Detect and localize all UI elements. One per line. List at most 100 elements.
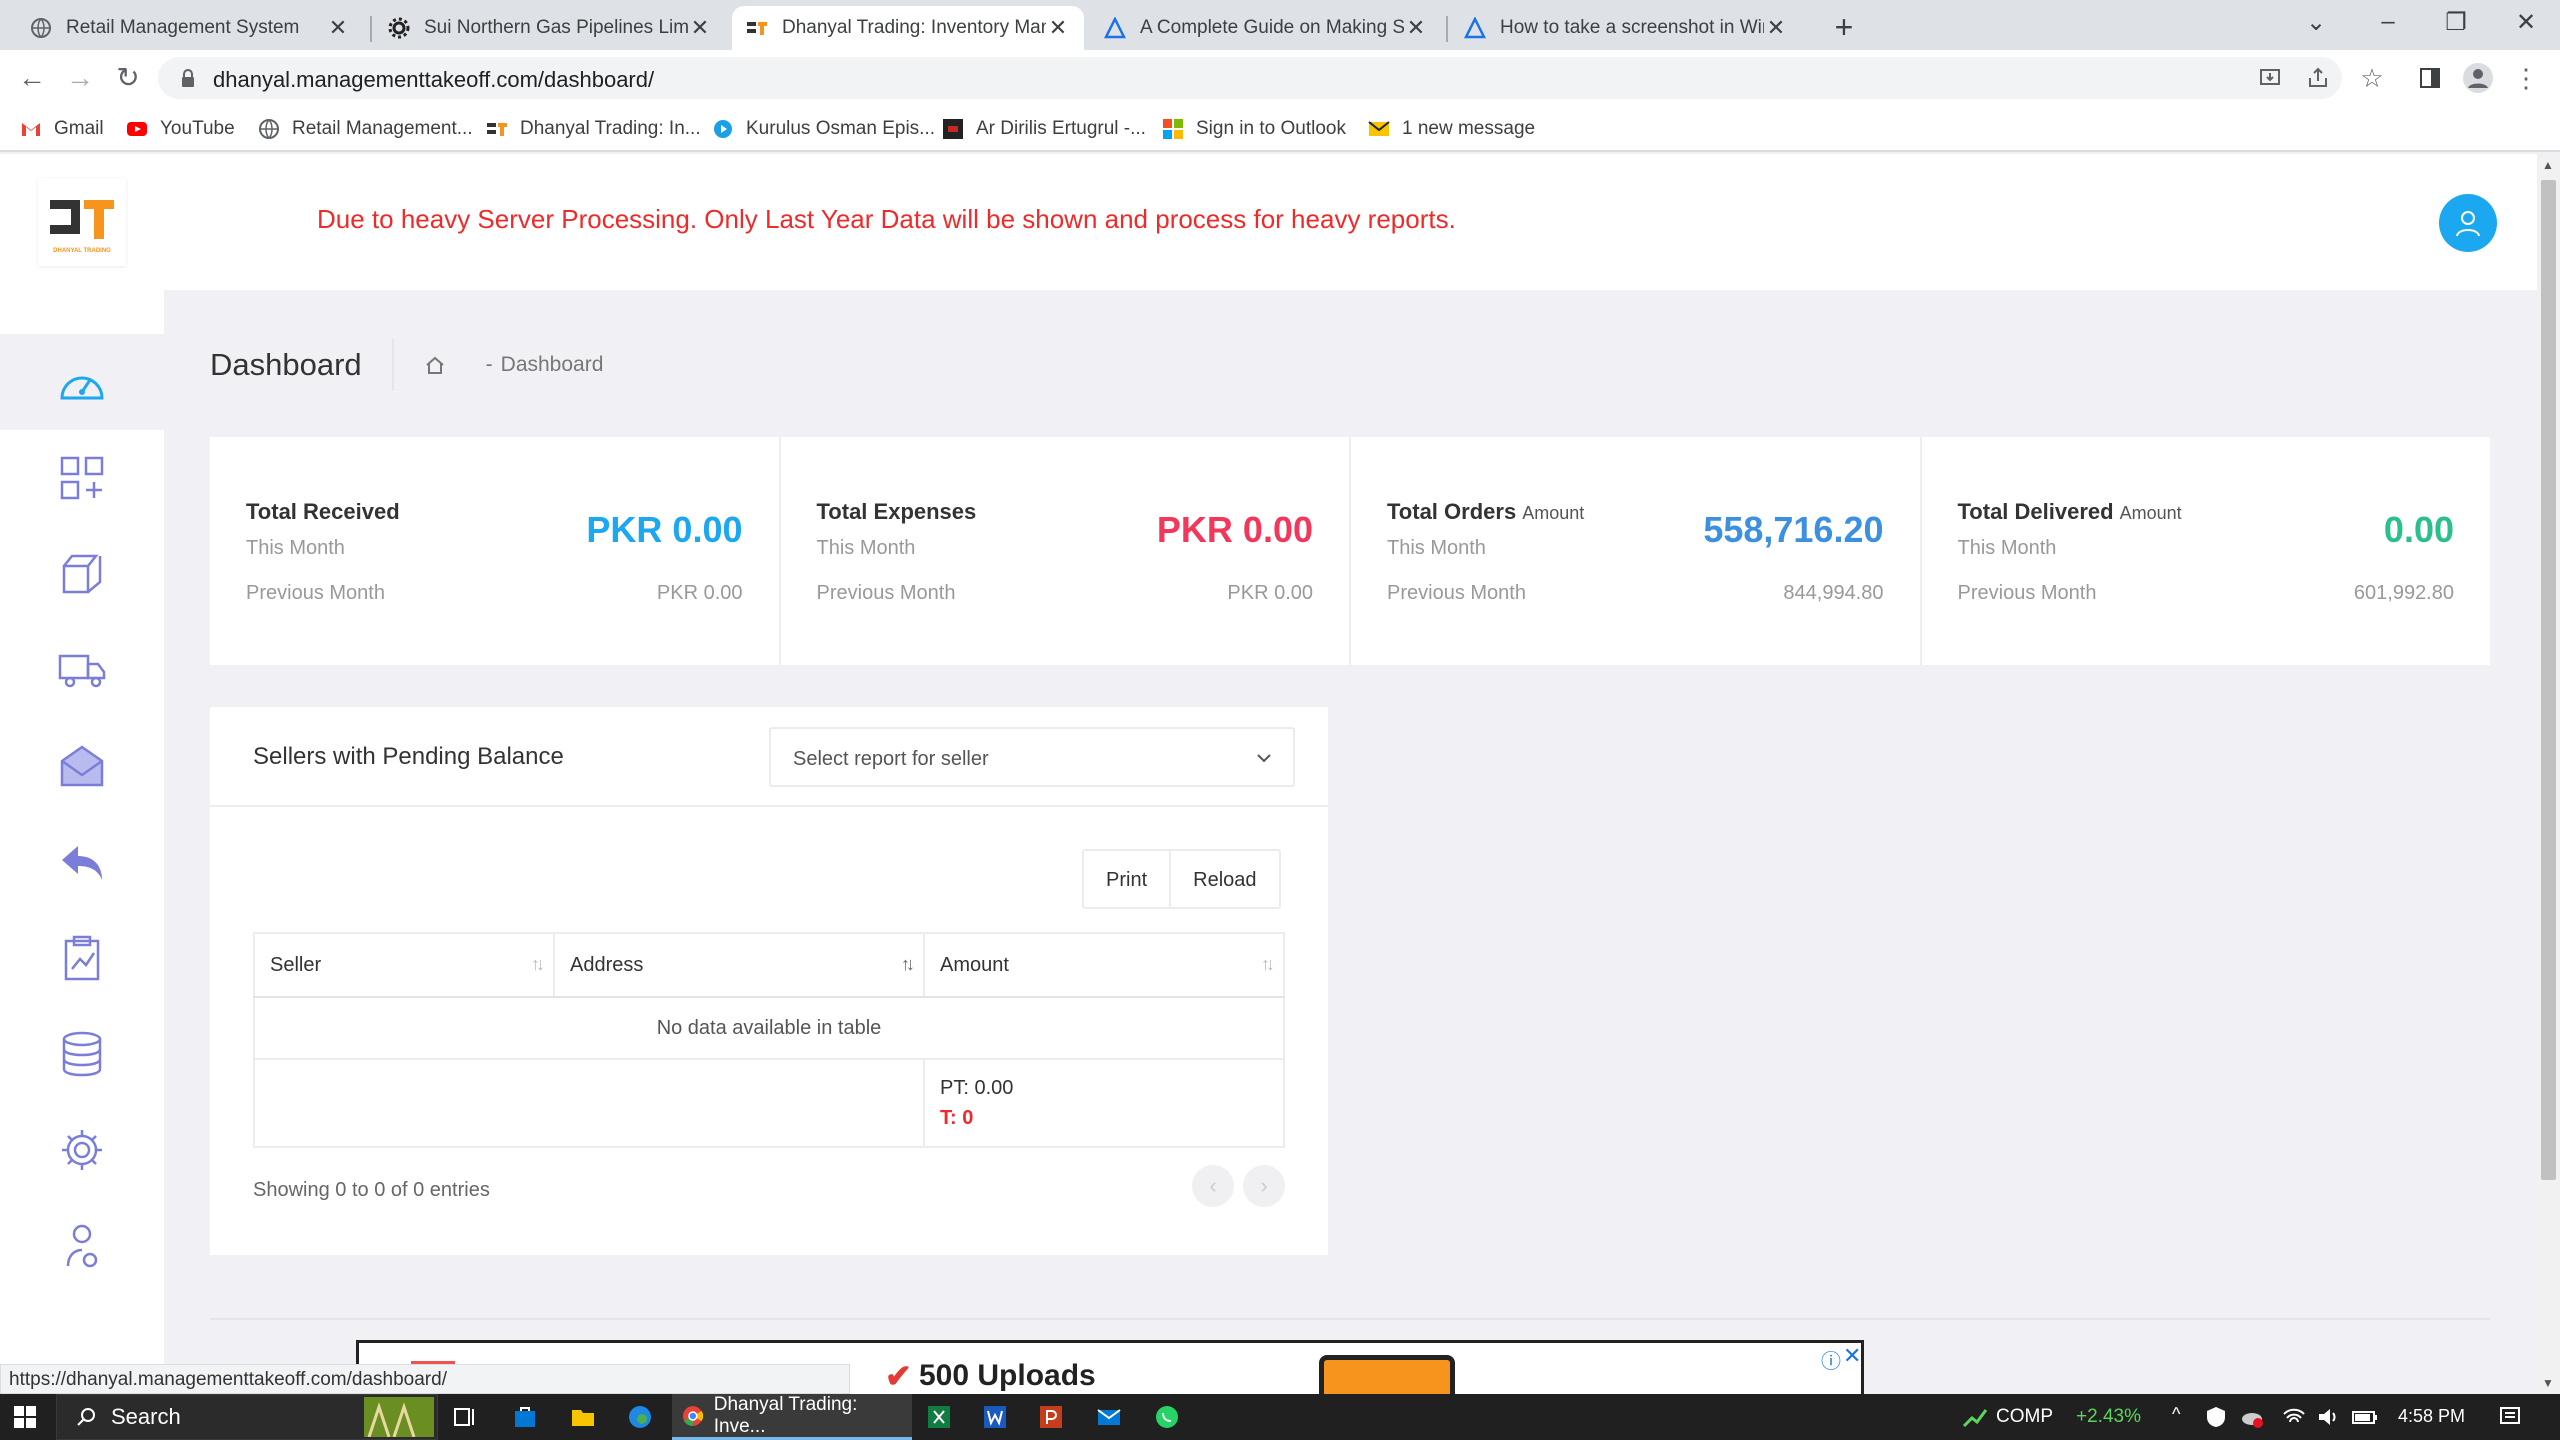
chevron-down-icon bbox=[1257, 754, 1271, 763]
user-avatar-button[interactable] bbox=[2439, 194, 2497, 252]
search-highlight-icon[interactable] bbox=[364, 1397, 434, 1437]
ad-info-icon[interactable]: ⓘ bbox=[1821, 1345, 1841, 1374]
install-app-icon[interactable] bbox=[2258, 66, 2282, 90]
header-divider bbox=[391, 339, 394, 391]
tab-close-icon[interactable]: ✕ bbox=[1764, 15, 1788, 41]
taskbar-chrome-window[interactable]: Dhanyal Trading: Inve... bbox=[672, 1394, 912, 1440]
new-tab-plus-icon[interactable]: + bbox=[1826, 10, 1862, 46]
user-settings-icon bbox=[66, 1224, 98, 1268]
stat-title-suffix: Amount bbox=[2119, 503, 2182, 523]
battery-icon[interactable] bbox=[2352, 1405, 2378, 1429]
reload-button[interactable]: Reload bbox=[1169, 851, 1278, 907]
task-view-icon[interactable] bbox=[452, 1404, 478, 1430]
home-icon[interactable] bbox=[424, 354, 446, 376]
panel-title: Sellers with Pending Balance bbox=[253, 743, 564, 770]
sort-icon[interactable]: ↑↓ bbox=[901, 954, 915, 975]
tray-chevron-up-icon[interactable]: ^ bbox=[2172, 1404, 2180, 1425]
sidebar-item-returns[interactable] bbox=[0, 814, 164, 910]
scroll-up-icon[interactable]: ▲ bbox=[2542, 158, 2554, 172]
browser-tab[interactable]: A Complete Guide on Making Sc ✕ bbox=[1090, 6, 1442, 50]
browser-tab[interactable]: How to take a screenshot in Wind ✕ bbox=[1450, 6, 1802, 50]
sidebar-item-delivery[interactable] bbox=[0, 622, 164, 718]
prev-page-button[interactable]: ‹ bbox=[1192, 1165, 1234, 1207]
sidebar-item-finance[interactable] bbox=[0, 1006, 164, 1102]
share-icon[interactable] bbox=[2306, 66, 2330, 90]
onedrive-error-icon[interactable] bbox=[2240, 1405, 2264, 1429]
notification-icon[interactable] bbox=[2498, 1405, 2522, 1429]
bookmark-youtube[interactable]: YouTube bbox=[126, 114, 235, 144]
tab-close-icon[interactable]: ✕ bbox=[326, 15, 350, 41]
page-title: Dashboard bbox=[210, 347, 362, 382]
sort-icon[interactable]: ↑↓ bbox=[531, 954, 545, 975]
mail-app-icon[interactable] bbox=[1096, 1404, 1122, 1430]
print-button[interactable]: Print bbox=[1084, 851, 1169, 907]
bookmark-retail[interactable]: Retail Management... bbox=[258, 114, 473, 144]
scroll-thumb[interactable] bbox=[2541, 180, 2556, 1180]
sidebar-item-packages[interactable] bbox=[0, 526, 164, 622]
column-header-seller[interactable]: Seller ↑↓ bbox=[253, 932, 555, 998]
sidebar-item-settings[interactable] bbox=[0, 1102, 164, 1198]
profile-avatar-icon[interactable] bbox=[2462, 62, 2494, 94]
whatsapp-icon[interactable] bbox=[1154, 1404, 1180, 1430]
sidebar-item-dashboard[interactable] bbox=[0, 334, 164, 430]
bookmark-gmail[interactable]: Gmail bbox=[20, 114, 104, 144]
tab-close-icon[interactable]: ✕ bbox=[1046, 15, 1070, 41]
delivery-truck-icon bbox=[58, 654, 106, 688]
bookmark-label: YouTube bbox=[160, 118, 235, 139]
sidebar-item-user[interactable] bbox=[0, 1198, 164, 1294]
sidebar-item-add[interactable] bbox=[0, 430, 164, 526]
breadcrumb-current: Dashboard bbox=[500, 353, 604, 376]
company-logo[interactable]: DHANYAL TRADING bbox=[38, 178, 126, 266]
seller-report-select[interactable]: Select report for seller bbox=[769, 727, 1295, 787]
minimize-icon[interactable]: – bbox=[2368, 8, 2408, 38]
column-header-amount[interactable]: Amount ↑↓ bbox=[923, 932, 1285, 998]
windows-start-icon[interactable] bbox=[14, 1406, 36, 1428]
tab-close-icon[interactable]: ✕ bbox=[688, 15, 712, 41]
page-scrollbar[interactable]: ▲ ▼ bbox=[2537, 154, 2560, 1394]
browser-tab-bar: Retail Management System ✕ Sui Northern … bbox=[0, 0, 2560, 50]
next-page-button[interactable]: › bbox=[1243, 1165, 1285, 1207]
url-text[interactable]: dhanyal.managementtakeoff.com/dashboard/ bbox=[213, 67, 654, 93]
shield-icon[interactable] bbox=[2204, 1405, 2228, 1429]
side-panel-icon[interactable] bbox=[2418, 66, 2442, 90]
browser-tab[interactable]: Sui Northern Gas Pipelines Limite ✕ bbox=[374, 6, 726, 50]
bookmark-ertugrul[interactable]: Ar Dirilis Ertugrul -... bbox=[942, 114, 1146, 144]
back-arrow-icon[interactable]: ← bbox=[14, 60, 50, 96]
volume-icon[interactable] bbox=[2316, 1405, 2340, 1429]
bookmark-kurulus[interactable]: Kurulus Osman Epis... bbox=[712, 114, 935, 144]
tab-close-icon[interactable]: ✕ bbox=[1404, 15, 1428, 41]
bookmark-outlook[interactable]: Sign in to Outlook bbox=[1162, 114, 1346, 144]
chrome-menu-icon[interactable]: ⋮ bbox=[2508, 60, 2544, 96]
stock-name: COMP bbox=[1996, 1406, 2053, 1427]
omnibox[interactable]: dhanyal.managementtakeoff.com/dashboard/ bbox=[158, 57, 2342, 99]
clock-time[interactable]: 4:58 PM bbox=[2398, 1406, 2465, 1427]
scroll-down-icon[interactable]: ▼ bbox=[2542, 1376, 2554, 1390]
browser-tab-active[interactable]: Dhanyal Trading: Inventory Mana ✕ bbox=[732, 6, 1084, 50]
restore-icon[interactable]: ❐ bbox=[2436, 8, 2476, 38]
empty-message: No data available in table bbox=[253, 996, 1285, 1060]
bookmark-message[interactable]: 1 new message bbox=[1368, 114, 1535, 144]
sidebar-item-mail[interactable] bbox=[0, 718, 164, 814]
sort-icon[interactable]: ↑↓ bbox=[1261, 954, 1275, 975]
ad-close-icon[interactable]: ✕ bbox=[1843, 1343, 1861, 1369]
bookmark-star-icon[interactable]: ☆ bbox=[2354, 60, 2390, 96]
powerpoint-icon[interactable] bbox=[1038, 1404, 1064, 1430]
store-icon[interactable] bbox=[512, 1404, 538, 1430]
window-close-icon[interactable]: ✕ bbox=[2506, 8, 2546, 38]
forward-arrow-icon[interactable]: → bbox=[62, 60, 98, 96]
column-header-address[interactable]: Address ↑↓ bbox=[553, 932, 925, 998]
file-explorer-icon[interactable] bbox=[570, 1404, 596, 1430]
breadcrumb: - Dashboard bbox=[424, 353, 604, 377]
reload-icon[interactable]: ↻ bbox=[110, 60, 146, 96]
word-icon[interactable] bbox=[982, 1404, 1008, 1430]
browser-tab[interactable]: Retail Management System ✕ bbox=[16, 6, 364, 50]
edge-icon[interactable] bbox=[627, 1404, 653, 1430]
mail-icon bbox=[60, 745, 104, 787]
lock-icon[interactable] bbox=[176, 66, 200, 90]
sidebar-item-reports[interactable] bbox=[0, 910, 164, 1006]
microsoft-icon bbox=[1163, 119, 1183, 139]
wifi-icon[interactable] bbox=[2282, 1405, 2306, 1429]
excel-icon[interactable] bbox=[926, 1404, 952, 1430]
tab-search-chevron-icon[interactable]: ⌄ bbox=[2296, 8, 2336, 38]
bookmark-dhanyal[interactable]: Dhanyal Trading: In... bbox=[486, 114, 701, 144]
